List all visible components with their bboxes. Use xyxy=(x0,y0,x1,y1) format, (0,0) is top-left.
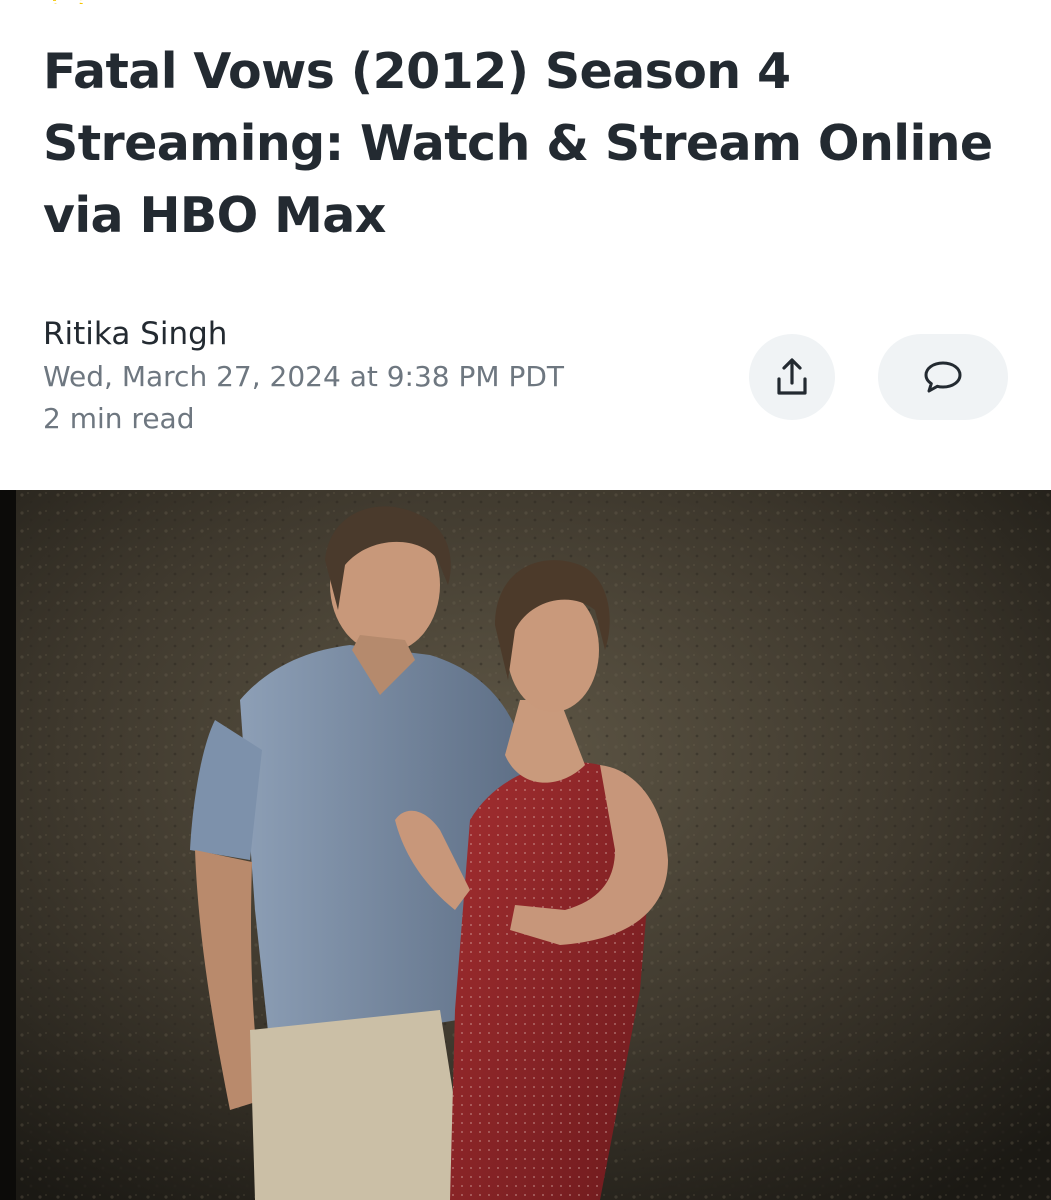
hero-image xyxy=(0,490,1051,1200)
logo-icon[interactable] xyxy=(50,0,86,4)
article-page: Fatal Vows (2012) Season 4 Streaming: Wa… xyxy=(0,0,1051,1200)
share-icon xyxy=(777,358,807,395)
comment-icon xyxy=(924,361,962,393)
comment-button[interactable] xyxy=(878,334,1008,420)
read-time: 2 min read xyxy=(43,402,195,435)
article-headline: Fatal Vows (2012) Season 4 Streaming: Wa… xyxy=(43,43,993,244)
publish-date: Wed, March 27, 2024 at 9:38 PM PDT xyxy=(43,360,564,393)
byline: Ritika Singh Wed, March 27, 2024 at 9:38… xyxy=(43,312,723,440)
share-button[interactable] xyxy=(749,334,835,420)
author-name[interactable]: Ritika Singh xyxy=(43,312,723,356)
